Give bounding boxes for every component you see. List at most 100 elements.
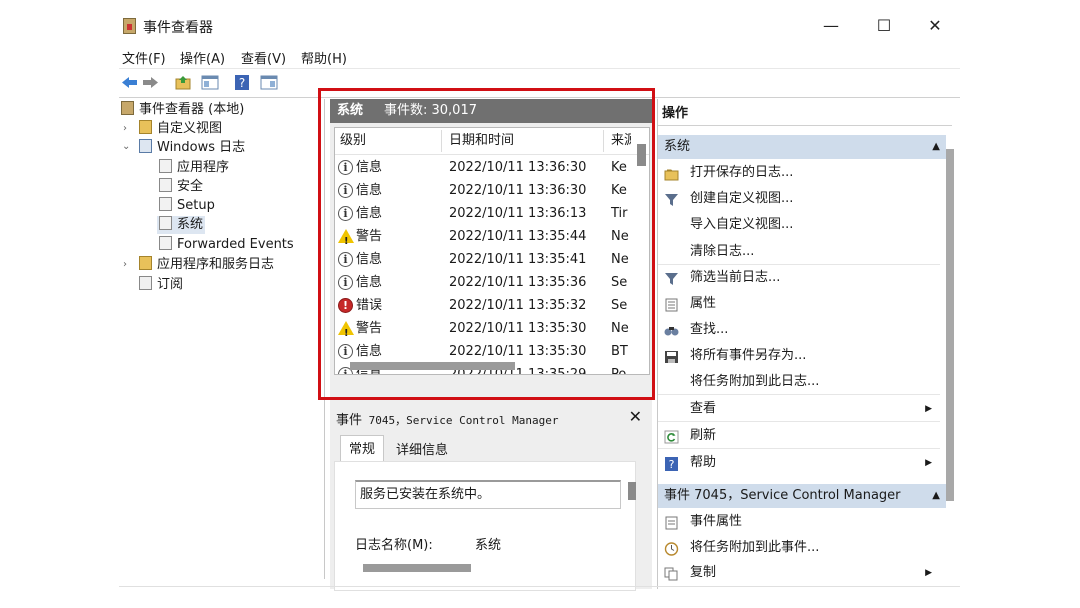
log-icon [159, 236, 172, 250]
event-viewer-app-icon [123, 18, 136, 34]
task-clock-icon [664, 541, 679, 556]
action-label: 导入自定义视图... [690, 217, 794, 232]
chevron-down-icon[interactable]: ⌄ [122, 141, 130, 152]
tree-item-forwarded-events[interactable]: Forwarded Events [159, 236, 294, 254]
action-filter-current-log[interactable]: 筛选当前日志... [658, 266, 940, 290]
message-scrollbar-thumb[interactable] [628, 482, 636, 500]
binoculars-icon [664, 323, 679, 337]
action-label: 将所有事件另存为... [690, 348, 807, 363]
tab-general[interactable]: 常规 [340, 435, 385, 463]
event-message: 服务已安装在系统中。 [355, 480, 636, 509]
tab-details[interactable]: 详细信息 [396, 439, 448, 458]
back-arrow-icon[interactable] [121, 74, 139, 91]
maximize-button[interactable]: ☐ [864, 14, 904, 38]
action-label: 属性 [690, 296, 717, 311]
folder-up-icon[interactable] [174, 74, 192, 91]
action-label: 刷新 [690, 428, 717, 443]
event-detail-title: 事件 7045，Service Control Manager [336, 413, 559, 428]
actions-scrollbar-thumb[interactable] [946, 149, 954, 501]
actions-header: 操作 [658, 103, 952, 126]
log-name-value: 系统 [475, 538, 502, 553]
tree-item-security[interactable]: 安全 [159, 178, 203, 196]
help-icon: ? [664, 456, 679, 471]
action-view[interactable]: 查看 ▶ [658, 397, 940, 422]
tree-item-custom-views[interactable]: 自定义视图 [139, 120, 222, 138]
action-event-properties[interactable]: 事件属性 [658, 510, 940, 534]
forward-arrow-icon[interactable] [141, 74, 159, 91]
event-properties-icon [664, 515, 679, 530]
actions-pane: 操作 系统 ▲ 打开保存的日志... 创建自定义视图... 导入自定义视图... 清除日… [657, 99, 960, 589]
action-label: 打开保存的日志... [690, 165, 794, 180]
window-title: 事件查看器 [143, 20, 213, 36]
submenu-arrow-icon: ▶ [925, 404, 932, 414]
tree-item-windows-logs[interactable]: Windows 日志 [139, 139, 245, 157]
submenu-arrow-icon: ▶ [925, 458, 932, 468]
title-bar: 事件查看器 — ☐ ✕ [119, 8, 960, 44]
action-attach-task-to-log[interactable]: 将任务附加到此日志... [658, 370, 940, 395]
action-label: 事件属性 [690, 514, 743, 529]
action-label: 清除日志... [690, 244, 755, 259]
action-refresh[interactable]: 刷新 [658, 424, 940, 449]
action-attach-task-to-event[interactable]: 将任务附加到此事件... [658, 536, 940, 560]
show-hide-tree-icon[interactable] [201, 74, 219, 91]
menu-bar: 文件(F) 操作(A) 查看(V) 帮助(H) [119, 45, 960, 67]
svg-text:?: ? [239, 76, 245, 90]
action-clear-log[interactable]: 清除日志... [658, 240, 940, 265]
tree-item-app-service-logs[interactable]: 应用程序和服务日志 [139, 256, 274, 274]
event-detail-pane: 事件 7045，Service Control Manager ✕ 常规 详细信… [334, 405, 648, 591]
event-viewer-icon [121, 101, 134, 115]
status-bar-divider [119, 586, 960, 587]
action-find[interactable]: 查找... [658, 318, 940, 342]
tree-root-event-viewer[interactable]: 事件查看器 (本地) [121, 101, 244, 119]
chevron-right-icon[interactable]: › [123, 259, 127, 270]
folder-icon [139, 120, 152, 134]
refresh-icon [664, 429, 679, 444]
minimize-button[interactable]: — [811, 14, 851, 38]
action-copy[interactable]: 复制 ▶ [658, 561, 940, 585]
subscription-icon [139, 276, 152, 290]
action-help[interactable]: ? 帮助 ▶ [658, 451, 940, 475]
action-create-custom-view[interactable]: 创建自定义视图... [658, 187, 940, 211]
actions-section-event[interactable]: 事件 7045，Service Control Manager ▲ [658, 484, 946, 508]
menu-help[interactable]: 帮助(H) [301, 48, 347, 67]
actions-section-system[interactable]: 系统 ▲ [658, 135, 946, 159]
log-icon [159, 197, 172, 211]
tree-item-setup[interactable]: Setup [159, 197, 215, 215]
svg-text:?: ? [669, 458, 675, 471]
copy-icon [664, 566, 679, 581]
action-import-custom-view[interactable]: 导入自定义视图... [658, 213, 940, 237]
action-label: 将任务附加到此日志... [690, 374, 820, 389]
tree-item-system[interactable]: 系统 [157, 216, 206, 234]
action-label: 查看 [690, 401, 717, 416]
action-save-all-events-as[interactable]: 将所有事件另存为... [658, 344, 940, 368]
close-button[interactable]: ✕ [915, 14, 955, 38]
action-open-saved-log[interactable]: 打开保存的日志... [658, 161, 940, 185]
open-folder-icon [664, 166, 679, 181]
submenu-arrow-icon: ▶ [925, 568, 932, 578]
menu-file[interactable]: 文件(F) [122, 48, 166, 67]
folder-icon [139, 256, 152, 270]
detail-general-panel: 服务已安装在系统中。 日志名称(M): 系统 [334, 461, 636, 591]
action-label: 将任务附加到此事件... [690, 540, 820, 555]
log-icon [159, 178, 172, 192]
properties-icon [664, 297, 679, 312]
action-label: 创建自定义视图... [690, 191, 794, 206]
collapse-triangle-icon[interactable]: ▲ [932, 135, 940, 159]
menu-action[interactable]: 操作(A) [180, 48, 225, 67]
log-name-label: 日志名称(M): [355, 538, 433, 553]
action-label: 帮助 [690, 455, 717, 470]
log-icon [159, 216, 172, 230]
detail-horizontal-scrollbar-thumb[interactable] [363, 564, 471, 572]
highlight-box [318, 88, 655, 400]
collapse-triangle-icon[interactable]: ▲ [932, 484, 940, 508]
show-hide-action-pane-icon[interactable] [260, 74, 278, 91]
menu-view[interactable]: 查看(V) [241, 48, 286, 67]
detail-tabs: 常规 详细信息 [334, 433, 648, 463]
action-properties[interactable]: 属性 [658, 292, 940, 316]
tree-item-application[interactable]: 应用程序 [159, 159, 229, 177]
tree-item-subscriptions[interactable]: 订阅 [139, 276, 183, 294]
chevron-right-icon[interactable]: › [123, 123, 127, 134]
filter-icon [664, 192, 679, 206]
close-icon[interactable]: ✕ [629, 407, 642, 426]
help-icon[interactable]: ? [233, 74, 251, 91]
